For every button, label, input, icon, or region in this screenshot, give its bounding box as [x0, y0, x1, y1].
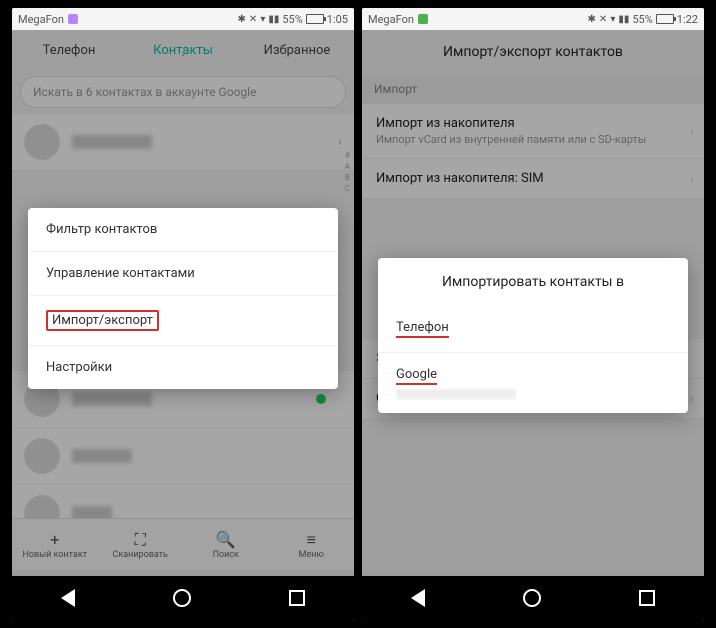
nav-recent-button[interactable]: [289, 590, 305, 606]
nav-bar: [12, 576, 354, 620]
left-phone: MegaFon ✱ ✕ ▾ ▮▮ 55% 1:05 Телефон Контак…: [12, 8, 354, 620]
status-bar: MegaFon ✱ ✕ ▾ ▮▮ 55% 1:05: [12, 8, 354, 30]
menu-import-export[interactable]: Импорт/экспорт: [28, 296, 338, 346]
nav-back-button[interactable]: [411, 589, 425, 607]
dialog-option-google[interactable]: Google: [378, 353, 688, 413]
nav-home-button[interactable]: [523, 589, 541, 607]
bluetooth-icon: ✱: [238, 14, 246, 25]
status-bar: MegaFon ✱ ✕ ▾ ▮▮ 55% 1:22: [362, 8, 704, 30]
signal-icon: ▮▮: [618, 14, 629, 25]
signal-icon: ▮▮: [268, 14, 279, 25]
google-account-sub: [396, 389, 516, 399]
vibrate-icon: ✕: [249, 14, 257, 25]
menu-filter-contacts[interactable]: Фильтр контактов: [28, 208, 338, 252]
dialog-title: Импортировать контакты в: [378, 258, 688, 306]
wifi-icon: ▾: [610, 14, 615, 25]
carrier-text: MegaFon: [368, 13, 414, 26]
battery-icon: [306, 14, 324, 24]
battery-icon: [656, 14, 674, 24]
carrier-text: MegaFon: [18, 13, 64, 26]
bluetooth-icon: ✱: [588, 14, 596, 25]
time-text: 1:05: [327, 13, 348, 26]
nav-home-button[interactable]: [173, 589, 191, 607]
battery-text: 55%: [282, 13, 302, 26]
carrier-icon: [418, 14, 428, 24]
dialog-option-phone[interactable]: Телефон: [378, 306, 688, 353]
time-text: 1:22: [677, 13, 698, 26]
carrier-icon: [68, 14, 78, 24]
wifi-icon: ▾: [260, 14, 265, 25]
vibrate-icon: ✕: [599, 14, 607, 25]
nav-recent-button[interactable]: [639, 590, 655, 606]
nav-back-button[interactable]: [61, 589, 75, 607]
menu-settings[interactable]: Настройки: [28, 346, 338, 389]
context-menu: Фильтр контактов Управление контактами И…: [28, 208, 338, 389]
menu-manage-contacts[interactable]: Управление контактами: [28, 252, 338, 296]
import-dialog: Импортировать контакты в Телефон Google: [378, 258, 688, 413]
nav-bar: [362, 576, 704, 620]
battery-text: 55%: [632, 13, 652, 26]
right-phone: MegaFon ✱ ✕ ▾ ▮▮ 55% 1:22 Импорт/экспорт…: [362, 8, 704, 620]
